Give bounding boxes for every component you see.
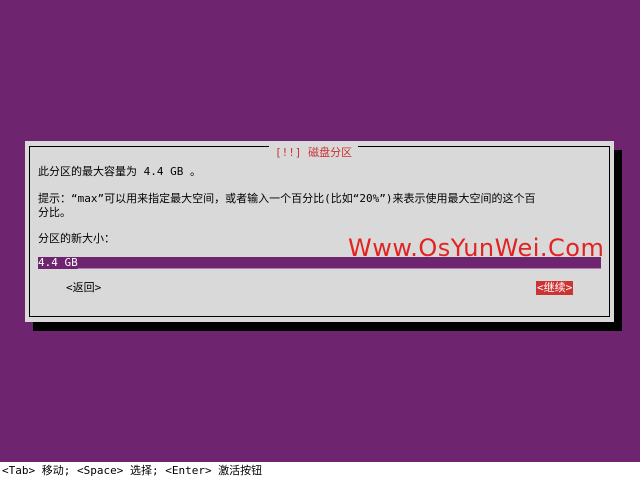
- watermark-logo: Www.OsYunWei.Com: [348, 234, 605, 262]
- continue-button[interactable]: <继续>: [536, 281, 574, 295]
- back-button[interactable]: <返回>: [66, 281, 101, 295]
- max-size-text: 此分区的最大容量为 4.4 GB 。: [38, 165, 201, 178]
- status-bar-hint: <Tab> 移动; <Space> 选择; <Enter> 激活按钮: [0, 462, 640, 480]
- new-size-label: 分区的新大小：: [38, 232, 115, 245]
- resize-partition-dialog: [!!] 磁盘分区 此分区的最大容量为 4.4 GB 。 提示：“max”可以用…: [25, 141, 614, 322]
- hint-text-line1: 提示：“max”可以用来指定最大空间，或者输入一个百分比(比如“20%”)来表示…: [38, 192, 536, 205]
- hint-text-line2: 分比。: [38, 206, 71, 219]
- new-size-input-value: 4.4 GB: [38, 257, 78, 269]
- dialog-title: [!!] 磁盘分区: [269, 146, 359, 160]
